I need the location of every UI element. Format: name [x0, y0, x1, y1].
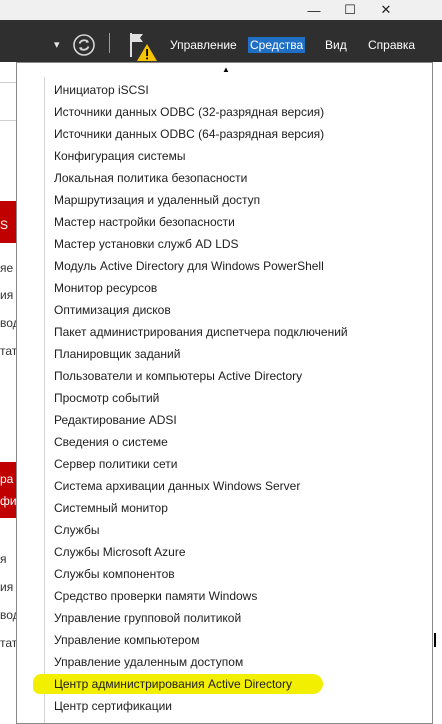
tools-menu-item[interactable]: Службы Microsoft Azure [17, 541, 432, 563]
tools-menu-item[interactable]: Мастер установки служб AD LDS [17, 233, 432, 255]
tools-menu-item-label: Мастер установки служб AD LDS [54, 237, 239, 251]
tools-menu-item[interactable]: Монитор ресурсов [17, 277, 432, 299]
panel-text-fragment: тат [0, 344, 17, 358]
panel-text-fragment: яе [0, 261, 14, 275]
tile-fragment: S [0, 218, 9, 232]
tools-menu-item[interactable]: Сведения о системе [17, 431, 432, 453]
resize-cursor-icon [434, 633, 436, 647]
window-edge [433, 62, 442, 724]
tile-fragment: фи [0, 494, 17, 508]
panel-text-fragment: я [0, 552, 7, 566]
tools-menu-item-label: Локальная политика безопасности [54, 171, 248, 185]
tools-menu-item[interactable]: Сервер политики сети [17, 453, 432, 475]
tools-menu-item-label: Источники данных ODBC (64-разрядная верс… [54, 127, 325, 141]
panel-divider [0, 120, 16, 121]
panel-divider [0, 82, 16, 83]
close-button[interactable]: ✕ [368, 0, 404, 20]
tools-menu-item[interactable]: Системный монитор [17, 497, 432, 519]
tools-menu-item-label: Управление групповой политикой [54, 611, 242, 625]
panel-text-fragment: вод [0, 316, 16, 330]
tools-menu-item[interactable]: Пользователи и компьютеры Active Directo… [17, 365, 432, 387]
dropdown-pointer-icon: ▲ [222, 65, 230, 74]
tools-menu-item-label: Мастер настройки безопасности [54, 215, 235, 229]
tools-dropdown-menu: ▲ Инициатор iSCSI Источники данных ODBC (… [16, 62, 433, 724]
tools-menu-item-label: Службы Microsoft Azure [54, 545, 186, 559]
tools-menu-item[interactable]: Центр администрирования Active Directory [17, 673, 432, 695]
tools-menu-item[interactable]: Управление групповой политикой [17, 607, 432, 629]
tools-menu-item-label: Инициатор iSCSI [54, 83, 149, 97]
tools-menu-item-label: Редактирование ADSI [54, 413, 177, 427]
tools-menu-item[interactable]: Мастер настройки безопасности [17, 211, 432, 233]
background-dashboard-panel: S яе ия вод тат ра фи я ия вод тат [0, 62, 17, 724]
tools-menu-item[interactable]: Источники данных ODBC (32-разрядная верс… [17, 101, 432, 123]
red-tile: S [0, 201, 16, 243]
panel-text-fragment: ия [0, 288, 14, 302]
tools-menu-item-label: Планировщик заданий [54, 347, 181, 361]
tools-menu-item[interactable]: Оптимизация дисков [17, 299, 432, 321]
tools-menu-item-label: Средство проверки памяти Windows [54, 589, 258, 603]
tools-menu-item[interactable]: Планировщик заданий [17, 343, 432, 365]
tools-menu-item[interactable]: Локальная политика безопасности [17, 167, 432, 189]
menu-help[interactable]: Справка [366, 37, 417, 53]
tools-list: Инициатор iSCSI Источники данных ODBC (32… [17, 79, 432, 717]
tools-menu-item-label: Конфигурация системы [54, 149, 186, 163]
tools-menu-item[interactable]: Маршрутизация и удаленный доступ [17, 189, 432, 211]
tools-menu-item-label: Службы [54, 523, 100, 537]
tools-menu-item-label: Службы компонентов [54, 567, 175, 581]
flag-icon[interactable] [127, 30, 159, 62]
tools-menu-item[interactable]: Службы компонентов [17, 563, 432, 585]
menu-view[interactable]: Вид [323, 37, 349, 53]
toolbar-separator [109, 33, 110, 53]
panel-text-fragment: ия [0, 580, 14, 594]
tools-menu-item-label: Монитор ресурсов [54, 281, 158, 295]
menu-manage[interactable]: Управление [168, 37, 239, 53]
tile-fragment: ра [0, 472, 14, 486]
panel-text-fragment: тат [0, 636, 17, 650]
tools-menu-item[interactable]: Управление компьютером [17, 629, 432, 651]
panel-text-fragment: вод [0, 608, 16, 622]
tools-menu-item-label: Пользователи и компьютеры Active Directo… [54, 369, 303, 383]
tools-menu-item-label: Пакет администрирования диспетчера подкл… [54, 325, 348, 339]
tools-menu-item-label: Сведения о системе [54, 435, 168, 449]
tools-menu-item-label: Система архивации данных Windows Server [54, 479, 301, 493]
tools-menu-item-label: Просмотр событий [54, 391, 160, 405]
tools-menu-item[interactable]: Управление удаленным доступом [17, 651, 432, 673]
red-tile: ра фи [0, 462, 16, 518]
tools-menu-item[interactable]: Система архивации данных Windows Server [17, 475, 432, 497]
tools-menu-item[interactable]: Модуль Active Directory для Windows Powe… [17, 255, 432, 277]
tools-menu-item[interactable]: Средство проверки памяти Windows [17, 585, 432, 607]
menu-tools[interactable]: Средства [248, 37, 306, 53]
tools-menu-item[interactable]: Редактирование ADSI [17, 409, 432, 431]
tools-menu-item[interactable]: Конфигурация системы [17, 145, 432, 167]
tools-menu-item[interactable]: Центр сертификации [17, 695, 432, 717]
tools-menu-item-label: Маршрутизация и удаленный доступ [54, 193, 261, 207]
minimize-button[interactable]: — [296, 0, 332, 20]
tools-menu-item-label: Центр сертификации [54, 699, 173, 713]
tools-menu-item-label: Источники данных ODBC (32-разрядная верс… [54, 105, 325, 119]
tools-menu-item[interactable]: Инициатор iSCSI [17, 79, 432, 101]
warning-icon [137, 44, 157, 61]
tools-menu-item[interactable]: Просмотр событий [17, 387, 432, 409]
tools-menu-item[interactable]: Источники данных ODBC (64-разрядная верс… [17, 123, 432, 145]
tools-menu-item[interactable]: Службы [17, 519, 432, 541]
maximize-button[interactable]: ☐ [332, 0, 368, 20]
tools-menu-item-label: Оптимизация дисков [54, 303, 171, 317]
tools-menu-item-label: Сервер политики сети [54, 457, 178, 471]
tools-menu-item-label: Центр администрирования Active Directory [54, 677, 292, 691]
tools-menu-item[interactable]: Пакет администрирования диспетчера подкл… [17, 321, 432, 343]
tools-menu-item-label: Управление компьютером [54, 633, 200, 647]
navigation-dropdown-arrow[interactable]: ▾ [54, 37, 60, 53]
tools-menu-item-label: Управление удаленным доступом [54, 655, 244, 669]
tools-menu-item-label: Модуль Active Directory для Windows Powe… [54, 259, 324, 273]
refresh-icon[interactable] [72, 33, 96, 57]
title-bar: — ☐ ✕ [0, 0, 442, 20]
tools-menu-item-label: Системный монитор [54, 501, 168, 515]
